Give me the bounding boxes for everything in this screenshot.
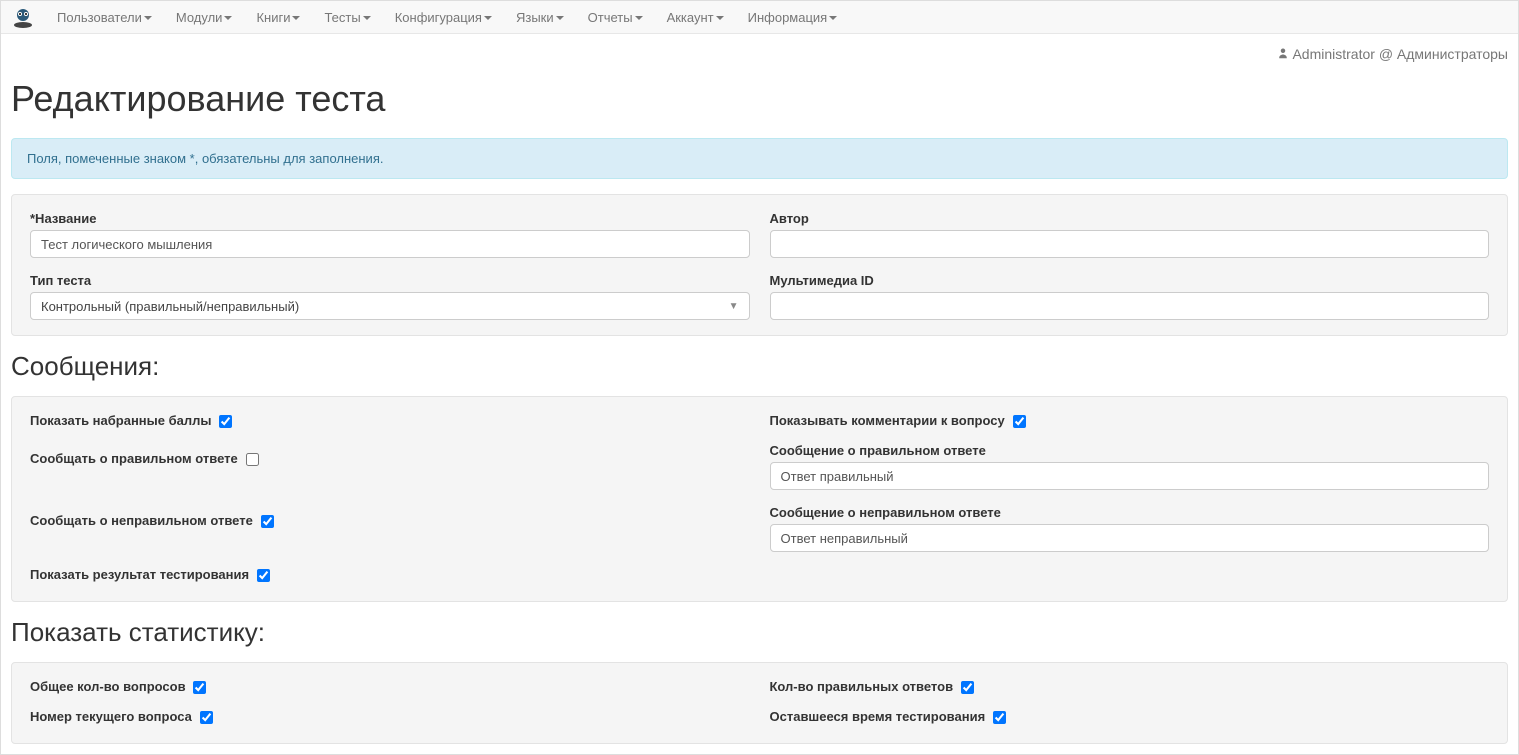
nav-label: Пользователи <box>57 10 142 25</box>
current-q-label: Номер текущего вопроса <box>30 709 192 724</box>
multimedia-input[interactable] <box>770 292 1490 320</box>
caret-icon <box>716 16 724 20</box>
nav-config[interactable]: Конфигурация <box>383 2 504 33</box>
caret-icon <box>829 16 837 20</box>
notify-incorrect-checkbox[interactable] <box>261 515 274 528</box>
nav-modules[interactable]: Модули <box>164 2 245 33</box>
author-input[interactable] <box>770 230 1490 258</box>
author-label: Автор <box>770 211 809 226</box>
nav-label: Аккаунт <box>667 10 714 25</box>
caret-icon <box>484 16 492 20</box>
caret-icon <box>556 16 564 20</box>
page-title: Редактирование теста <box>11 78 1508 120</box>
nav-books[interactable]: Книги <box>244 2 312 33</box>
user-icon <box>1277 46 1292 62</box>
type-select-value: Контрольный (правильный/неправильный) <box>41 299 299 314</box>
basic-fields-panel: *Название Автор Тип теста Кон <box>11 194 1508 336</box>
msg-incorrect-label: Сообщение о неправильном ответе <box>770 505 1001 520</box>
time-left-label: Оставшееся время тестирования <box>770 709 986 724</box>
user-group: Администраторы <box>1397 46 1508 62</box>
notify-correct-checkbox[interactable] <box>246 453 259 466</box>
caret-icon <box>292 16 300 20</box>
notify-incorrect-label: Сообщать о неправильном ответе <box>30 513 253 528</box>
name-input[interactable] <box>30 230 750 258</box>
nav-languages[interactable]: Языки <box>504 2 576 33</box>
msg-correct-label: Сообщение о правильном ответе <box>770 443 986 458</box>
stats-header: Показать статистику: <box>11 617 1508 648</box>
show-comments-checkbox[interactable] <box>1013 415 1026 428</box>
show-comments-label: Показывать комментарии к вопросу <box>770 413 1005 428</box>
app-logo-icon <box>11 5 35 29</box>
nav-label: Модули <box>176 10 223 25</box>
total-q-label: Общее кол-во вопросов <box>30 679 186 694</box>
caret-icon <box>635 16 643 20</box>
total-q-checkbox[interactable] <box>193 681 206 694</box>
user-bar: Administrator @ Администраторы <box>11 34 1508 66</box>
brand-logo[interactable] <box>1 1 45 33</box>
show-result-label: Показать результат тестирования <box>30 567 249 582</box>
show-result-checkbox[interactable] <box>257 569 270 582</box>
messages-header: Сообщения: <box>11 351 1508 382</box>
messages-panel: Показать набранные баллы Показывать комм… <box>11 396 1508 602</box>
navbar: Пользователи Модули Книги Тесты Конфигур… <box>1 1 1518 34</box>
type-label: Тип теста <box>30 273 91 288</box>
caret-icon <box>224 16 232 20</box>
show-scores-label: Показать набранные баллы <box>30 413 211 428</box>
msg-incorrect-input[interactable] <box>770 524 1490 552</box>
nav-label: Отчеты <box>588 10 633 25</box>
stats-panel: Общее кол-во вопросов Кол-во правильных … <box>11 662 1508 744</box>
user-at: @ <box>1379 46 1393 62</box>
nav-label: Тесты <box>324 10 360 25</box>
caret-icon <box>363 16 371 20</box>
nav-account[interactable]: Аккаунт <box>655 2 736 33</box>
show-scores-checkbox[interactable] <box>219 415 232 428</box>
nav-label: Информация <box>748 10 828 25</box>
msg-correct-input[interactable] <box>770 462 1490 490</box>
info-alert: Поля, помеченные знаком *, обязательны д… <box>11 138 1508 179</box>
notify-correct-label: Сообщать о правильном ответе <box>30 451 238 466</box>
nav-tests[interactable]: Тесты <box>312 2 382 33</box>
caret-icon <box>144 16 152 20</box>
nav-users[interactable]: Пользователи <box>45 2 164 33</box>
select-arrow-icon: ▼ <box>729 301 739 312</box>
nav-label: Конфигурация <box>395 10 482 25</box>
correct-count-checkbox[interactable] <box>961 681 974 694</box>
nav-info[interactable]: Информация <box>736 2 850 33</box>
nav-menu: Пользователи Модули Книги Тесты Конфигур… <box>45 2 849 33</box>
nav-reports[interactable]: Отчеты <box>576 2 655 33</box>
user-name: Administrator <box>1292 46 1374 62</box>
type-select[interactable]: Контрольный (правильный/неправильный) ▼ <box>30 292 750 320</box>
nav-label: Языки <box>516 10 554 25</box>
correct-count-label: Кол-во правильных ответов <box>770 679 954 694</box>
name-label: *Название <box>30 211 96 226</box>
multimedia-label: Мультимедиа ID <box>770 273 874 288</box>
nav-label: Книги <box>256 10 290 25</box>
